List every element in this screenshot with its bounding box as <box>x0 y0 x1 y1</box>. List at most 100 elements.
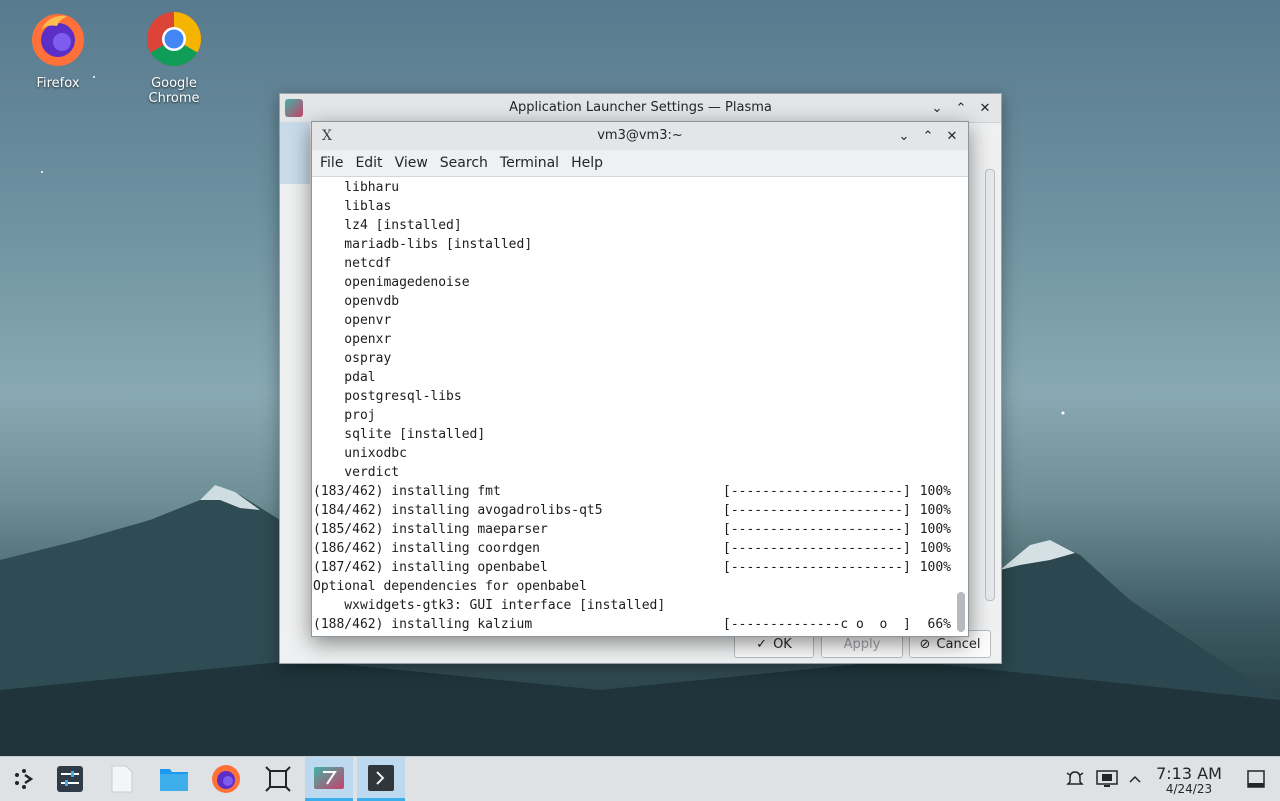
digital-clock[interactable]: 7:13 AM 4/24/23 <box>1152 765 1226 796</box>
progress-percent: 100% <box>919 503 951 518</box>
progress-bar-text: [----------------------] <box>723 503 911 518</box>
minimize-button[interactable]: ⌄ <box>927 98 947 118</box>
terminal-line: mariadb-libs [installed] <box>313 235 953 254</box>
close-button[interactable]: ✕ <box>942 126 962 146</box>
terminal-line: (184/462) installing avogadrolibs-qt5 [--… <box>313 501 953 520</box>
terminal-line-text: ospray <box>313 351 392 366</box>
terminal-line-text: wxwidgets-gtk3: GUI interface [installed… <box>313 598 666 613</box>
desktop-icon-firefox[interactable]: Firefox <box>10 4 106 91</box>
clock-time: 7:13 AM <box>1156 764 1222 783</box>
terminal-icon <box>368 764 394 791</box>
tray-expand-button[interactable] <box>1115 757 1155 801</box>
chrome-icon <box>146 11 202 67</box>
window-title: Application Launcher Settings — Plasma <box>509 100 772 115</box>
window-overview-icon <box>265 766 291 792</box>
scrollbar[interactable] <box>985 169 995 601</box>
taskbar-firefox[interactable] <box>202 757 250 801</box>
terminal-line: (188/462) installing kalzium [-----------… <box>313 615 953 634</box>
terminal-line: postgresql-libs <box>313 387 953 406</box>
terminal-output[interactable]: libharu liblas lz4 [installed] mariadb-l… <box>313 178 953 636</box>
cancel-button-label: Cancel <box>936 636 981 652</box>
terminal-line: netcdf <box>313 254 953 273</box>
terminal-line-text: proj <box>313 408 376 423</box>
show-desktop-button[interactable] <box>1232 757 1280 801</box>
blank-document-icon <box>111 765 133 793</box>
terminal-line-text: lz4 [installed] <box>313 218 462 233</box>
terminal-line: openimagedenoise <box>313 273 953 292</box>
terminal-line: liblas <box>313 197 953 216</box>
menu-file[interactable]: File <box>314 155 349 171</box>
close-button[interactable]: ✕ <box>975 98 995 118</box>
window-title: vm3@vm3:~ <box>597 128 683 143</box>
window-titlebar[interactable]: Application Launcher Settings — Plasma ⌄… <box>280 94 1001 123</box>
show-desktop-icon <box>1247 770 1265 788</box>
desktop-icon-label: Firefox <box>36 76 80 91</box>
terminal-line-text: (184/462) installing avogadrolibs-qt5 <box>313 503 603 518</box>
maximize-button[interactable]: ⌃ <box>951 98 971 118</box>
minimize-button[interactable]: ⌄ <box>894 126 914 146</box>
terminal-line-text: verdict <box>313 465 400 480</box>
taskbar-terminal[interactable] <box>357 757 405 801</box>
terminal-line-text: postgresql-libs <box>313 389 462 404</box>
taskbar-blank-document[interactable] <box>98 757 146 801</box>
taskbar-window-overview[interactable] <box>254 757 302 801</box>
terminal-line: Optional dependencies for openbabel <box>313 577 953 596</box>
terminal-line: libharu <box>313 178 953 197</box>
terminal-line-text: (188/462) installing kalzium <box>313 617 533 632</box>
terminal-line-text: pdal <box>313 370 376 385</box>
progress-percent: 100% <box>919 522 951 537</box>
scrollbar-thumb[interactable] <box>957 592 965 632</box>
terminal-line-text: openvr <box>313 313 392 328</box>
terminal-line-text: sqlite [installed] <box>313 427 486 442</box>
progress-percent: 100% <box>919 484 951 499</box>
system-settings-icon <box>57 766 83 792</box>
terminal-line-text: (186/462) installing coordgen <box>313 541 540 556</box>
desktop-icon-label: Google Chrome <box>148 76 200 106</box>
taskbar-file-manager[interactable] <box>150 757 198 801</box>
terminal-line: (186/462) installing coordgen [----------… <box>313 539 953 558</box>
clock-date: 4/24/23 <box>1165 782 1213 796</box>
window-titlebar[interactable]: X vm3@vm3:~ ⌄ ⌃ ✕ <box>312 122 968 150</box>
terminal-line-text: unixodbc <box>313 446 407 461</box>
maximize-button[interactable]: ⌃ <box>918 126 938 146</box>
tray-expand-icon <box>1129 775 1141 783</box>
terminal-line-text: (183/462) installing fmt <box>313 484 501 499</box>
application-launcher-button[interactable] <box>0 757 48 801</box>
progress-bar-text: [----------------------] <box>723 484 911 499</box>
terminal-window: X vm3@vm3:~ ⌄ ⌃ ✕ File Edit View Search … <box>311 121 969 637</box>
sidebar-selected-item[interactable] <box>280 122 310 184</box>
menu-search[interactable]: Search <box>434 155 494 171</box>
progress-bar-text: [----------------------] <box>723 560 911 575</box>
firefox-icon <box>32 14 84 66</box>
terminal-line: (185/462) installing maeparser [---------… <box>313 520 953 539</box>
terminal-line: openvr <box>313 311 953 330</box>
progress-percent: 100% <box>919 541 951 556</box>
file-manager-icon <box>160 769 188 791</box>
terminal-line: ospray <box>313 349 953 368</box>
menu-view[interactable]: View <box>389 155 434 171</box>
menu-bar: File Edit View Search Terminal Help <box>312 150 968 177</box>
menu-help[interactable]: Help <box>565 155 609 171</box>
taskbar-plasma-settings[interactable] <box>305 757 353 801</box>
terminal-line-text: netcdf <box>313 256 392 271</box>
menu-edit[interactable]: Edit <box>349 155 388 171</box>
progress-percent: 100% <box>919 560 951 575</box>
terminal-line-text: openimagedenoise <box>313 275 470 290</box>
terminal-line-text: mariadb-libs [installed] <box>313 237 533 252</box>
terminal-line-text: liblas <box>313 199 392 214</box>
terminal-scrollbar[interactable] <box>957 180 965 632</box>
menu-terminal[interactable]: Terminal <box>494 155 565 171</box>
ok-check-icon: ✓ <box>756 636 768 652</box>
terminal-line-text: openvdb <box>313 294 400 309</box>
terminal-line: (187/462) installing openbabel [---------… <box>313 558 953 577</box>
progress-bar-text: [----------------------] <box>723 541 911 556</box>
desktop-icon-google-chrome[interactable]: Google Chrome <box>126 4 222 106</box>
terminal-line-text: openxr <box>313 332 392 347</box>
firefox-icon <box>212 765 240 793</box>
progress-bar-text: [--------------c o o ] <box>723 617 911 632</box>
terminal-line: wxwidgets-gtk3: GUI interface [installed… <box>313 596 953 615</box>
terminal-line: openxr <box>313 330 953 349</box>
taskbar: 7:13 AM 4/24/23 <box>0 756 1280 801</box>
taskbar-system-settings[interactable] <box>46 757 94 801</box>
progress-percent: 66% <box>927 617 951 632</box>
